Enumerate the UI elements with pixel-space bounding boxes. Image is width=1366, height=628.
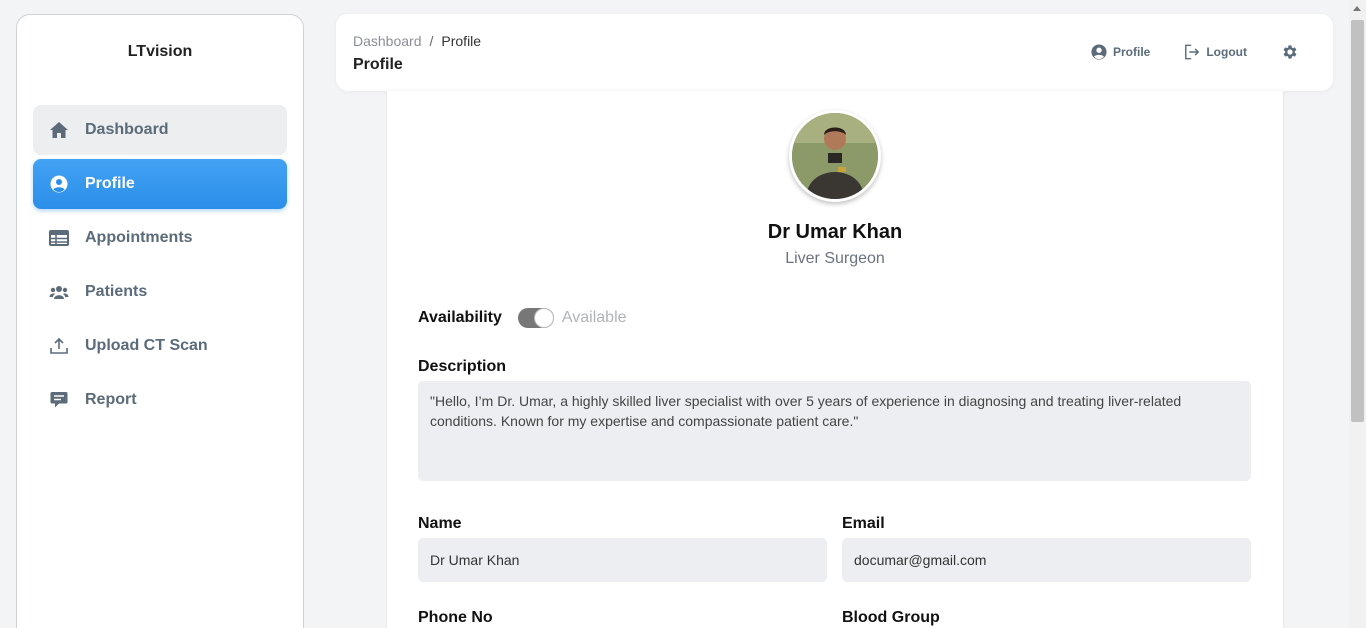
- sidebar-item-dashboard[interactable]: Dashboard: [33, 105, 287, 155]
- sidebar: LTvision Dashboard Profile Appointments …: [16, 14, 304, 628]
- upload-icon: [49, 336, 69, 356]
- user-circle-icon: [1091, 44, 1107, 60]
- comment-icon: [49, 390, 69, 410]
- availability-status: Available: [561, 309, 627, 326]
- email-label: Email: [842, 515, 885, 532]
- table-icon: [49, 228, 69, 248]
- logout-icon: [1185, 44, 1200, 60]
- page-title: Profile: [353, 56, 403, 73]
- availability-toggle[interactable]: [517, 308, 554, 328]
- sidebar-nav: Dashboard Profile Appointments Patients …: [17, 105, 303, 425]
- sidebar-item-label: Dashboard: [85, 121, 169, 138]
- page-scrollbar[interactable]: [1349, 0, 1366, 628]
- description-label: Description: [418, 358, 507, 375]
- gear-icon: [1283, 45, 1297, 59]
- sidebar-item-patients[interactable]: Patients: [33, 267, 287, 317]
- name-label: Name: [418, 515, 462, 532]
- logout-label: Logout: [1206, 45, 1247, 59]
- description-field[interactable]: "Hello, I’m Dr. Umar, a highly skilled l…: [418, 381, 1251, 481]
- users-icon: [49, 282, 69, 302]
- brand-logo: LTvision: [127, 43, 193, 60]
- sidebar-item-label: Patients: [85, 283, 148, 300]
- user-circle-icon: [49, 174, 69, 194]
- blood-group-label: Blood Group: [842, 609, 940, 626]
- breadcrumb-current: Profile: [441, 33, 482, 49]
- home-icon: [49, 120, 69, 140]
- logout-button[interactable]: Logout: [1184, 44, 1247, 60]
- top-header: Dashboard / Profile Profile Profile Logout: [336, 14, 1333, 91]
- sidebar-item-report[interactable]: Report: [33, 375, 287, 425]
- scrollbar-thumb[interactable]: [1351, 20, 1364, 422]
- scroll-up-arrow-icon[interactable]: [1353, 6, 1361, 11]
- phone-label: Phone No: [418, 609, 493, 626]
- sidebar-item-label: Appointments: [85, 229, 193, 246]
- email-field[interactable]: documar@gmail.com: [842, 538, 1251, 582]
- sidebar-item-label: Upload CT Scan: [85, 337, 208, 354]
- avatar: [789, 110, 881, 202]
- doctor-name: Dr Umar Khan: [767, 221, 903, 243]
- sidebar-item-appointments[interactable]: Appointments: [33, 213, 287, 263]
- sidebar-item-label: Report: [85, 391, 137, 408]
- name-field[interactable]: Dr Umar Khan: [418, 538, 827, 582]
- availability-label: Availability: [418, 309, 502, 326]
- sidebar-item-upload-ct-scan[interactable]: Upload CT Scan: [33, 321, 287, 371]
- sidebar-item-profile[interactable]: Profile: [33, 159, 287, 209]
- sidebar-item-label: Profile: [85, 175, 135, 192]
- breadcrumb-separator: /: [429, 33, 434, 49]
- breadcrumb: Dashboard / Profile: [353, 33, 481, 49]
- settings-button[interactable]: [1281, 43, 1305, 61]
- header-profile-label: Profile: [1113, 45, 1151, 59]
- breadcrumb-root[interactable]: Dashboard: [353, 33, 422, 49]
- availability-row: Availability Available: [418, 308, 627, 328]
- header-profile-button[interactable]: Profile: [1091, 44, 1150, 60]
- profile-card: Dr Umar Khan Liver Surgeon Availability …: [387, 91, 1283, 628]
- doctor-specialty: Liver Surgeon: [785, 250, 885, 267]
- header-actions: Profile Logout: [1057, 43, 1305, 61]
